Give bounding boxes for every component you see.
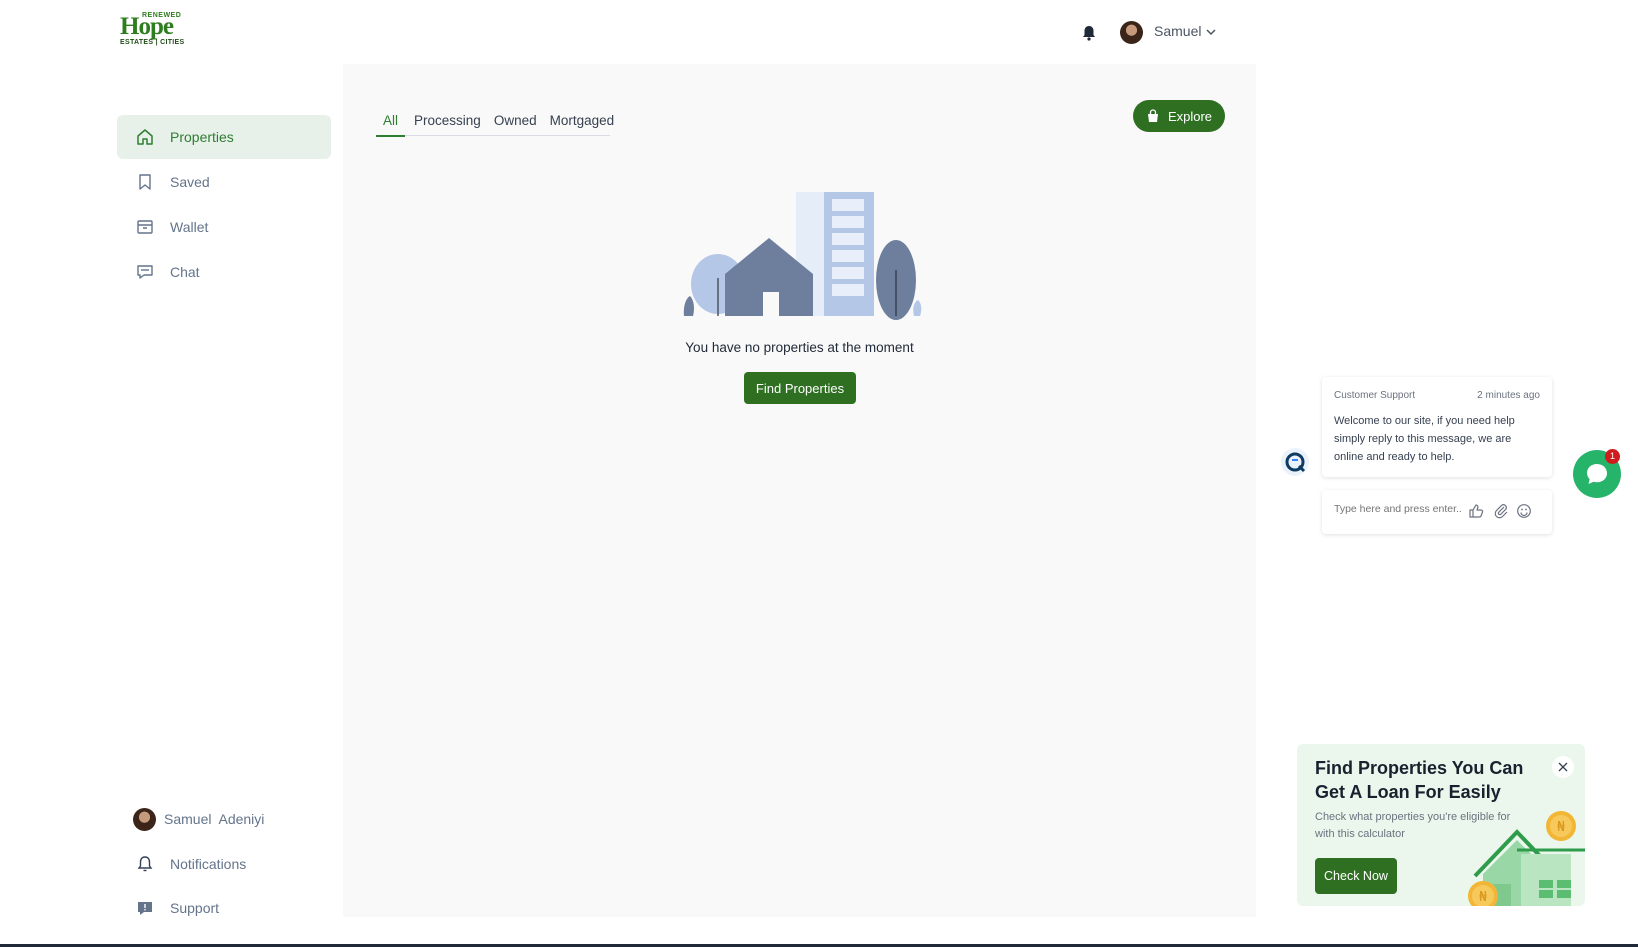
close-icon — [1558, 762, 1568, 772]
main-content: All Processing Owned Mortgaged Explore Y… — [343, 64, 1256, 917]
find-properties-button[interactable]: Find Properties — [744, 372, 856, 404]
thumbs-up-icon[interactable] — [1468, 503, 1484, 519]
user-avatar[interactable] — [1120, 21, 1143, 44]
chat-message-card: Customer Support 2 minutes ago Welcome t… — [1322, 377, 1552, 477]
chevron-down-icon[interactable] — [1205, 26, 1217, 38]
sidebar-item-chat[interactable]: Chat — [117, 250, 331, 294]
chat-sender: Customer Support — [1334, 390, 1416, 401]
logo-bottom-text: ESTATES | CITIES — [120, 39, 185, 46]
bookmark-icon — [136, 173, 154, 191]
sidebar-item-support[interactable]: Support — [117, 886, 331, 930]
wallet-icon — [136, 218, 154, 236]
avatar — [133, 807, 156, 831]
sidebar-item-label: Wallet — [170, 219, 209, 235]
chat-message: Welcome to our site, if you need help si… — [1334, 415, 1515, 463]
sidebar-item-label: Notifications — [170, 856, 247, 872]
explore-button[interactable]: Explore — [1133, 100, 1225, 132]
house-coins-illustration: ₦ ₦ — [1468, 811, 1585, 906]
chat-message-input[interactable] — [1334, 503, 1464, 515]
support-icon — [136, 899, 154, 917]
attachment-icon[interactable] — [1493, 503, 1509, 519]
unread-badge: 1 — [1605, 449, 1620, 464]
emoji-icon[interactable] — [1516, 503, 1532, 519]
sidebar-item-label: Support — [170, 900, 220, 916]
tab-processing[interactable]: Processing — [414, 106, 481, 136]
chat-input-box — [1322, 490, 1552, 534]
svg-text:₦: ₦ — [1557, 820, 1566, 835]
empty-properties-illustration — [683, 192, 922, 320]
tab-mortgaged[interactable]: Mortgaged — [550, 106, 615, 136]
explore-button-label: Explore — [1167, 108, 1213, 124]
check-now-button[interactable]: Check Now — [1315, 858, 1397, 894]
sidebar-item-saved[interactable]: Saved — [117, 160, 331, 204]
brand-logo[interactable]: RENEWED Hope ESTATES | CITIES — [120, 12, 190, 50]
sidebar-item-label: Samuel Adeniyi — [164, 811, 265, 827]
user-menu-name[interactable]: Samuel — [1154, 23, 1201, 39]
property-tabs: All Processing Owned Mortgaged — [376, 106, 614, 137]
sidebar-item-notifications[interactable]: Notifications — [117, 842, 331, 886]
logo-main-text: Hope — [120, 13, 174, 40]
sidebar-item-label: Chat — [170, 264, 200, 280]
empty-state-message: You have no properties at the moment — [685, 340, 914, 355]
sidebar-item-properties[interactable]: Properties — [117, 115, 331, 159]
sidebar-item-label: Properties — [170, 129, 234, 145]
chat-icon — [136, 263, 154, 281]
chat-timestamp: 2 minutes ago — [1477, 390, 1540, 401]
sidebar-item-profile[interactable]: Samuel Adeniyi — [117, 797, 331, 841]
bell-icon — [136, 855, 154, 873]
home-icon — [136, 128, 154, 146]
tab-owned[interactable]: Owned — [494, 106, 537, 136]
loan-promo-card: Find Properties You Can Get A Loan For E… — [1297, 744, 1585, 906]
tab-all[interactable]: All — [376, 106, 406, 137]
promo-title: Find Properties You Can Get A Loan For E… — [1315, 758, 1524, 802]
sidebar-item-wallet[interactable]: Wallet — [117, 205, 331, 249]
svg-text:₦: ₦ — [1479, 890, 1488, 905]
sidebar-item-label: Saved — [170, 174, 210, 190]
page: RENEWED Hope ESTATES | CITIES Samuel Pro… — [0, 0, 1638, 947]
close-promo-button[interactable] — [1552, 756, 1574, 778]
notification-bell-icon[interactable] — [1080, 24, 1098, 42]
shopping-bag-icon — [1147, 109, 1158, 122]
support-agent-logo-icon[interactable] — [1280, 447, 1310, 477]
chat-bubble-icon — [1587, 464, 1607, 484]
